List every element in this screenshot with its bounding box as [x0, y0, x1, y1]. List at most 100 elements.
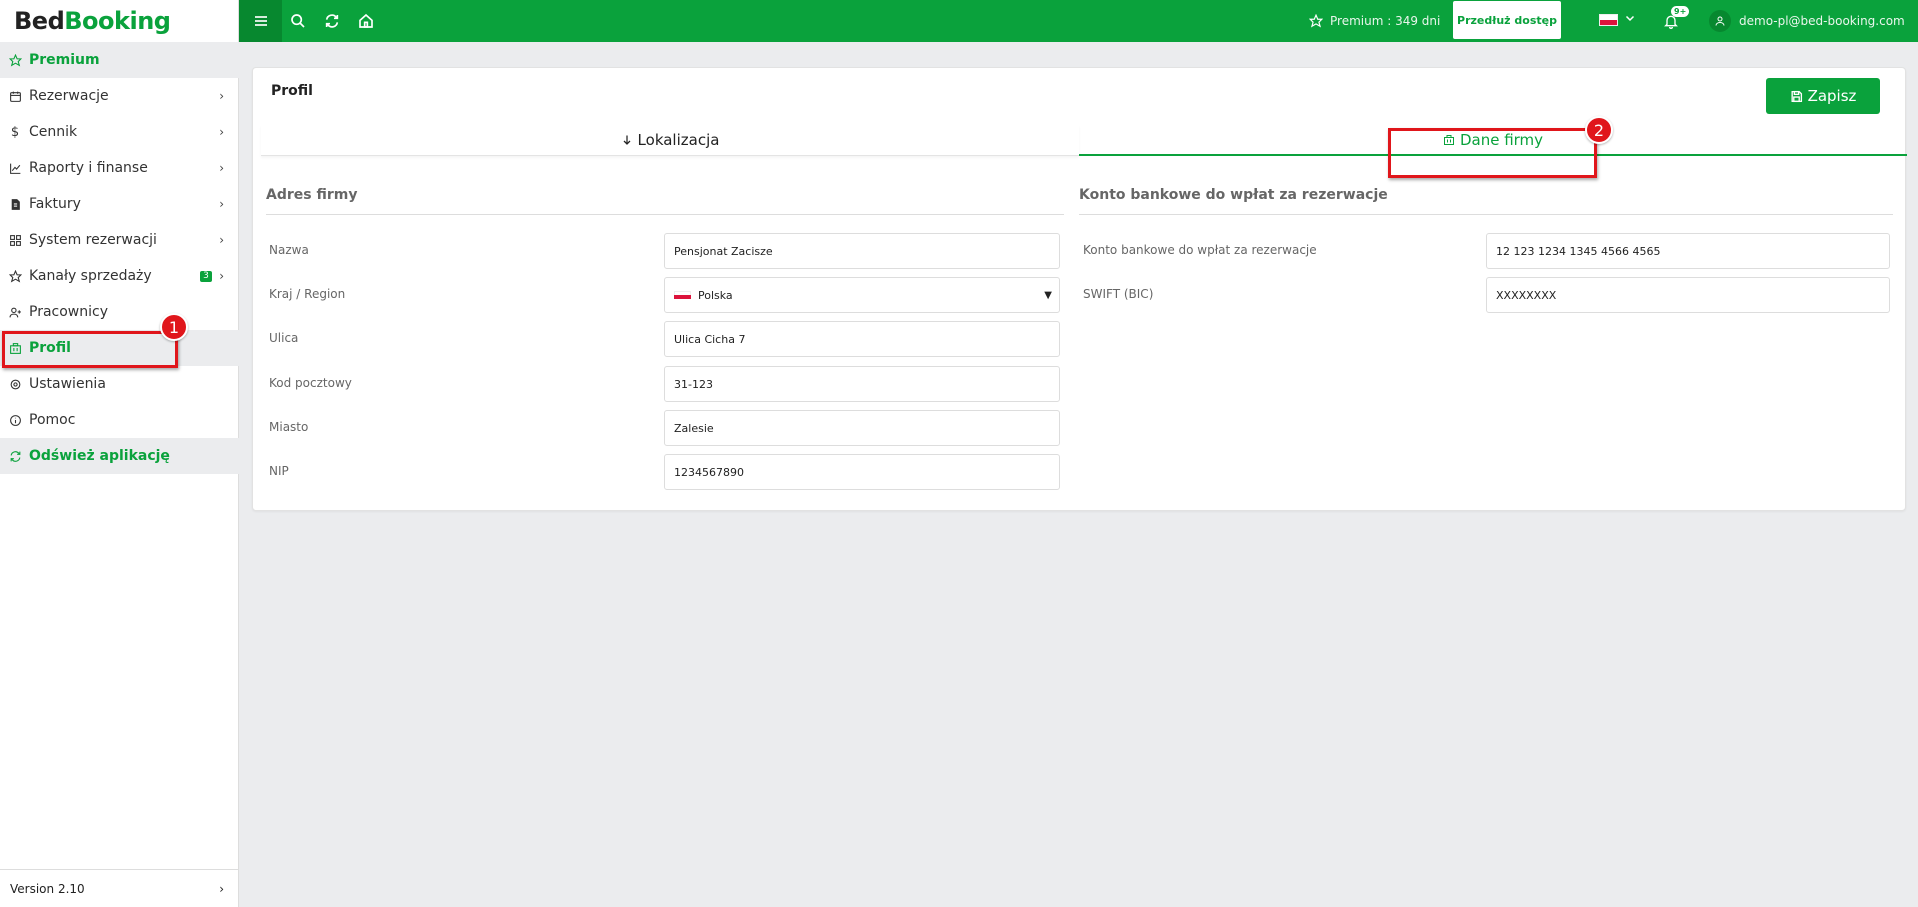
field-label-bank-account: Konto bankowe do wpłat za rezerwacje: [1083, 243, 1317, 257]
postal-code-field[interactable]: 31-123: [664, 366, 1060, 402]
field-value: 12 123 1234 1345 4566 4565: [1496, 244, 1661, 258]
field-value: 1234567890: [674, 465, 744, 479]
user-icon: [1709, 10, 1731, 32]
poland-flag-icon: [674, 291, 691, 299]
bank-section-title: Konto bankowe do wpłat za rezerwacje: [1079, 187, 1388, 203]
field-label-swift: SWIFT (BIC): [1083, 287, 1154, 301]
nip-field[interactable]: 1234567890: [664, 454, 1060, 490]
sidebar-item-label: Pomoc: [29, 412, 76, 428]
annotation-number-2: 2: [1585, 116, 1613, 144]
city-field[interactable]: Zalesie: [664, 410, 1060, 446]
section-divider: [266, 214, 1064, 215]
floppy-icon: [1791, 90, 1802, 102]
field-value: Ulica Cicha 7: [674, 332, 746, 346]
chevron-right-icon: ›: [219, 89, 224, 103]
brand-logo[interactable]: Bed Booking: [0, 0, 238, 42]
sidebar-item-raporty[interactable]: Raporty i finanse ›: [0, 150, 239, 186]
field-value: Zalesie: [674, 421, 714, 435]
sidebar-item-label: Faktury: [29, 196, 81, 212]
bank-account-field[interactable]: 12 123 1234 1345 4566 4565: [1486, 233, 1890, 269]
logo-part-bed: Bed: [14, 7, 65, 35]
page-title: Profil: [271, 83, 313, 99]
field-label-nazwa: Nazwa: [269, 243, 309, 257]
version-label: Version 2.10: [10, 881, 85, 896]
chart-icon: [8, 161, 22, 175]
field-label-kraj: Kraj / Region: [269, 287, 346, 301]
sidebar-item-pomoc[interactable]: Pomoc: [0, 402, 239, 438]
count-badge: 3: [200, 270, 212, 282]
chevron-right-icon: ›: [219, 269, 224, 283]
dollar-icon: $: [10, 124, 20, 140]
arrow-down-icon: [623, 135, 630, 145]
gear-icon: [8, 377, 22, 391]
sidebar-item-label: System rezerwacji: [29, 232, 157, 248]
menu-toggle-button[interactable]: [239, 0, 282, 42]
sidebar: Bed Booking Premium Rezerwacje › $ Cennik…: [0, 0, 239, 907]
sidebar-item-pracownicy[interactable]: Pracownicy: [0, 294, 239, 330]
language-flag-icon[interactable]: [1599, 14, 1618, 26]
chevron-right-icon: ›: [219, 233, 224, 247]
save-button[interactable]: Zapisz: [1766, 78, 1880, 114]
profile-card: Profil Zapisz Lokalizacja Dane firmy Adr…: [252, 67, 1907, 511]
star-icon: [8, 53, 22, 67]
sidebar-item-cennik[interactable]: $ Cennik ›: [0, 114, 239, 150]
home-button[interactable]: [352, 0, 380, 42]
sidebar-item-rezerwacje[interactable]: Rezerwacje ›: [0, 78, 239, 114]
field-value: 31-123: [674, 377, 713, 391]
user-menu[interactable]: demo-pl@bed-booking.com: [1709, 0, 1905, 42]
sidebar-item-kanaly-sprzedazy[interactable]: Kanały sprzedaży 3 ›: [0, 258, 239, 294]
star-icon: [8, 269, 22, 283]
country-select[interactable]: Polska ▼: [664, 277, 1060, 313]
refresh-button[interactable]: [318, 0, 346, 42]
annotation-number-1: 1: [160, 313, 188, 341]
chevron-right-icon: ›: [219, 161, 224, 175]
extend-access-button[interactable]: Przedłuż dostęp: [1453, 1, 1561, 39]
search-button[interactable]: [284, 0, 312, 42]
refresh-icon: [325, 14, 339, 28]
star-icon: [1309, 14, 1323, 28]
logo-part-booking: Booking: [64, 7, 171, 35]
tab-label: Lokalizacja: [637, 131, 720, 149]
sidebar-item-label: Rezerwacje: [29, 88, 109, 104]
chevron-down-icon[interactable]: [1624, 12, 1636, 27]
search-icon: [291, 14, 305, 28]
calendar-icon: [8, 89, 22, 103]
sidebar-item-faktury[interactable]: Faktury ›: [0, 186, 239, 222]
tab-lokalizacja[interactable]: Lokalizacja: [261, 125, 1079, 156]
sidebar-item-label: Odśwież aplikację: [29, 448, 170, 464]
street-field[interactable]: Ulica Cicha 7: [664, 321, 1060, 357]
section-divider: [1079, 214, 1893, 215]
hamburger-icon: [254, 16, 267, 26]
field-label-kod: Kod pocztowy: [269, 376, 352, 390]
sidebar-item-label: Pracownicy: [29, 304, 108, 320]
extend-access-label: Przedłuż dostęp: [1457, 13, 1557, 27]
grid-icon: [8, 233, 22, 247]
highlight-box-dane-firmy: [1388, 128, 1597, 178]
user-email: demo-pl@bed-booking.com: [1739, 14, 1905, 28]
swift-field[interactable]: XXXXXXXX: [1486, 277, 1890, 313]
field-value: Pensjonat Zacisze: [674, 244, 773, 258]
sidebar-item-label: Kanały sprzedaży: [29, 268, 152, 284]
premium-text: Premium : 349 dni: [1330, 14, 1441, 28]
sidebar-item-premium[interactable]: Premium: [0, 42, 239, 78]
home-icon: [359, 13, 373, 28]
sidebar-item-label: Premium: [29, 52, 100, 68]
sidebar-item-odswiez[interactable]: Odśwież aplikację: [0, 438, 239, 474]
sidebar-item-label: Cennik: [29, 124, 78, 140]
version-row[interactable]: Version 2.10 ›: [0, 869, 239, 907]
field-label-nip: NIP: [269, 464, 289, 478]
sidebar-item-label: Raporty i finanse: [29, 160, 148, 176]
sidebar-item-ustawienia[interactable]: Ustawienia: [0, 366, 239, 402]
address-section-title: Adres firmy: [266, 187, 358, 203]
sidebar-item-system-rezerwacji[interactable]: System rezerwacji ›: [0, 222, 239, 258]
field-value: XXXXXXXX: [1496, 288, 1557, 302]
user-plus-icon: [8, 305, 22, 319]
premium-status[interactable]: Premium : 349 dni: [1309, 0, 1440, 42]
chevron-right-icon: ›: [219, 125, 224, 139]
field-label-miasto: Miasto: [269, 420, 309, 434]
invoice-icon: [8, 197, 22, 211]
chevron-right-icon: ›: [219, 197, 224, 211]
topbar: Premium : 349 dni Przedłuż dostęp 9+ dem…: [239, 0, 1918, 42]
company-name-field[interactable]: Pensjonat Zacisze: [664, 233, 1060, 269]
sidebar-item-label: Ustawienia: [29, 376, 106, 392]
